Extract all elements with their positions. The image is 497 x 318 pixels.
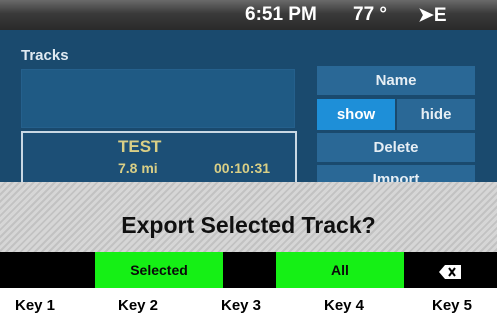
key-label-1: Key 1 xyxy=(15,297,56,314)
delete-button[interactable]: Delete xyxy=(317,133,475,162)
softkey-bar xyxy=(0,252,497,288)
selected-softkey[interactable]: Selected xyxy=(95,252,223,288)
show-toggle[interactable]: show xyxy=(317,99,395,130)
key-label-2: Key 2 xyxy=(118,297,159,314)
all-softkey[interactable]: All xyxy=(276,252,404,288)
key-label-3: Key 3 xyxy=(221,297,262,314)
track-distance: 7.8 mi xyxy=(118,160,158,176)
status-time: 6:51 PM xyxy=(245,4,317,25)
status-heading: ➤E xyxy=(418,5,447,26)
device-screen: 6:51 PM 77 ° ➤E Tracks TEST 7.8 mi 00:10… xyxy=(0,0,497,288)
status-bar: 6:51 PM 77 ° ➤E xyxy=(0,0,497,30)
name-button[interactable]: Name xyxy=(317,66,475,95)
status-temperature: 77 ° xyxy=(353,4,388,25)
backspace-icon[interactable] xyxy=(439,265,461,279)
track-duration: 00:10:31 xyxy=(214,160,271,176)
page-title: Tracks xyxy=(21,47,69,64)
track-list-panel xyxy=(21,69,295,128)
hide-toggle[interactable]: hide xyxy=(397,99,475,130)
key-label-5: Key 5 xyxy=(432,297,473,314)
key-label-4: Key 4 xyxy=(324,297,365,314)
dialog-question: Export Selected Track? xyxy=(121,212,376,238)
track-name: TEST xyxy=(118,137,162,156)
